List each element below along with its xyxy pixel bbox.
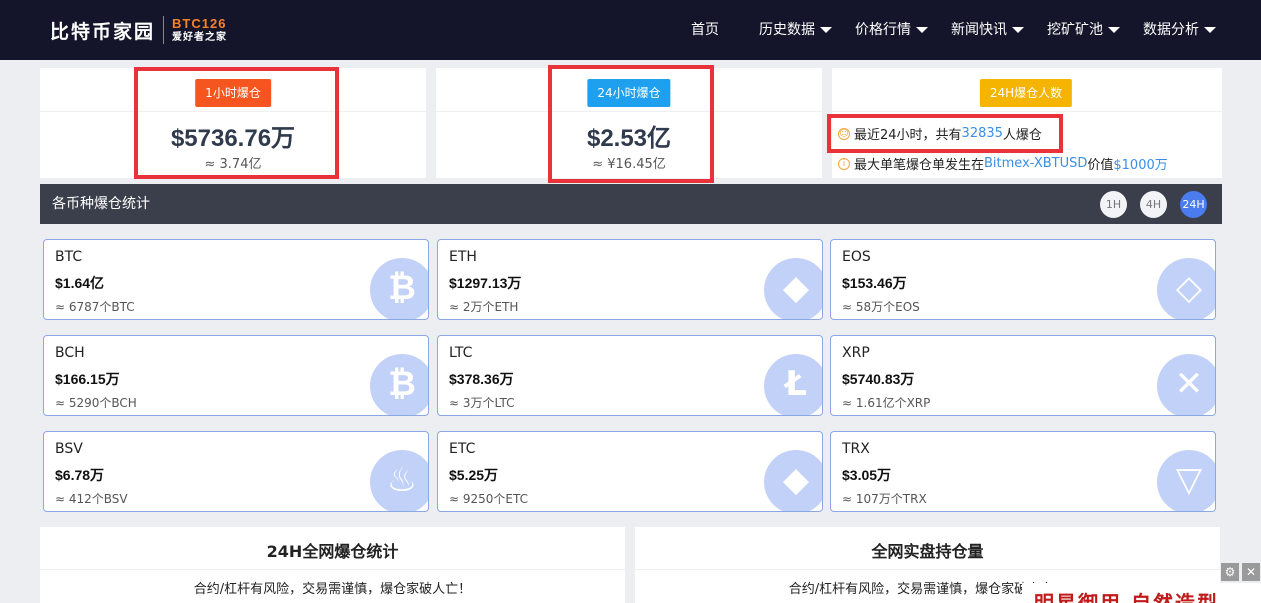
coin-name: EOS bbox=[842, 249, 871, 265]
period-1h-button[interactable]: 1H bbox=[1100, 191, 1127, 218]
chevron-down-icon bbox=[1012, 27, 1024, 33]
nav-news-flash-label: 新闻快讯 bbox=[951, 22, 1007, 38]
info-icon: i bbox=[838, 157, 850, 170]
period-24h-button[interactable]: 24H bbox=[1180, 191, 1207, 218]
largest-order-exchange-link[interactable]: Bitmex-XBTUSD bbox=[984, 156, 1087, 171]
nav-news-flash[interactable]: 新闻快讯 bbox=[951, 0, 1024, 60]
risk-warning: 合约/杠杆有风险，交易需谨慎，爆仓家破人亡！ bbox=[193, 582, 472, 597]
highlight-box-people bbox=[827, 114, 1063, 153]
largest-order-value[interactable]: $1000万 bbox=[1113, 154, 1167, 173]
coin-usd-value: $378.36万 bbox=[449, 371, 514, 387]
coin-amount: ≈ 9250个ETC bbox=[449, 492, 528, 506]
ad-settings-icon[interactable]: ⚙ bbox=[1221, 563, 1239, 581]
coin-card-trx[interactable]: TRX $3.05万 ≈ 107万个TRX ▽ bbox=[830, 431, 1216, 512]
coin-amount: ≈ 412个BSV bbox=[55, 492, 128, 506]
nav-home[interactable]: 首页 bbox=[691, 0, 719, 60]
coin-amount: ≈ 3万个LTC bbox=[449, 396, 515, 410]
coin-usd-value: $1297.13万 bbox=[449, 275, 522, 291]
nav-price-market-label: 价格行情 bbox=[855, 22, 911, 38]
coin-name: BSV bbox=[55, 441, 83, 457]
ad-close-icon[interactable]: ✕ bbox=[1242, 563, 1260, 581]
logo-tagline: 爱好者之家 bbox=[172, 32, 228, 43]
chevron-down-icon bbox=[1108, 27, 1120, 33]
coin-card-xrp[interactable]: XRP $5740.83万 ≈ 1.61亿个XRP ✕ bbox=[830, 335, 1216, 416]
coin-card-eth[interactable]: ETH $1297.13万 ≈ 2万个ETH ◆ bbox=[437, 239, 823, 320]
period-4h-button[interactable]: 4H bbox=[1140, 191, 1167, 218]
logo-text-block: BTC126 爱好者之家 bbox=[172, 17, 227, 43]
coin-name: LTC bbox=[449, 345, 473, 361]
coin-amount: ≈ 2万个ETH bbox=[449, 300, 519, 314]
nav-mining-pool[interactable]: 挖矿矿池 bbox=[1047, 0, 1120, 60]
highlight-box-24h bbox=[548, 65, 714, 183]
coin-amount: ≈ 6787个BTC bbox=[55, 300, 135, 314]
ripple-icon: ✕ bbox=[1157, 354, 1215, 415]
label-24h-people: 24H爆仓人数 bbox=[979, 79, 1073, 107]
nav-mining-pool-label: 挖矿矿池 bbox=[1047, 22, 1103, 38]
bitcoin-sv-icon: ♨ bbox=[370, 450, 428, 511]
largest-order-prefix: 最大单笔爆仓单发生在 bbox=[854, 158, 985, 173]
highlight-box-1h bbox=[134, 67, 339, 179]
bitcoin-cash-icon: ₿ bbox=[370, 354, 428, 415]
coin-card-bch[interactable]: BCH $166.15万 ≈ 5290个BCH ₿ bbox=[43, 335, 429, 416]
coin-card-eos[interactable]: EOS $153.46万 ≈ 58万个EOS ◇ bbox=[830, 239, 1216, 320]
logo-divider bbox=[163, 16, 165, 44]
coin-usd-value: $5.25万 bbox=[449, 467, 499, 483]
divider bbox=[635, 569, 1220, 570]
bitcoin-icon: ₿ bbox=[370, 258, 428, 319]
coin-name: ETH bbox=[449, 249, 477, 265]
coin-usd-value: $166.15万 bbox=[55, 371, 120, 387]
coin-card-bsv[interactable]: BSV $6.78万 ≈ 412个BSV ♨ bbox=[43, 431, 429, 512]
coin-card-btc[interactable]: BTC $1.64亿 ≈ 6787个BTC ₿ bbox=[43, 239, 429, 320]
network-liquidation-card: 24H全网爆仓统计 合约/杠杆有风险，交易需谨慎，爆仓家破人亡！ bbox=[40, 527, 625, 603]
nav-data-analysis-label: 数据分析 bbox=[1143, 22, 1199, 38]
ethereum-icon: ◆ bbox=[764, 258, 822, 319]
top-header: 比特币家园 BTC126 爱好者之家 首页 历史数据 价格行情 新闻快讯 挖矿矿… bbox=[0, 0, 1261, 60]
site-logo[interactable]: 比特币家园 BTC126 爱好者之家 bbox=[50, 14, 227, 46]
eos-icon: ◇ bbox=[1157, 258, 1215, 319]
coin-stats-header: 各币种爆仓统计 1H 4H 24H bbox=[40, 184, 1222, 224]
ethereum-classic-icon: ◆ bbox=[764, 450, 822, 511]
chevron-down-icon bbox=[1204, 27, 1216, 33]
chevron-down-icon bbox=[916, 27, 928, 33]
nav-home-label: 首页 bbox=[691, 22, 719, 38]
tron-icon: ▽ bbox=[1157, 450, 1215, 511]
coin-usd-value: $3.05万 bbox=[842, 467, 892, 483]
coin-amount: ≈ 58万个EOS bbox=[842, 300, 920, 314]
coin-stats-title: 各币种爆仓统计 bbox=[52, 196, 150, 212]
coin-usd-value: $153.46万 bbox=[842, 275, 907, 291]
coin-amount: ≈ 1.61亿个XRP bbox=[842, 396, 931, 410]
coin-usd-value: $1.64亿 bbox=[55, 275, 105, 291]
open-interest-title: 全网实盘持仓量 bbox=[871, 542, 984, 561]
nav-history-data-label: 历史数据 bbox=[759, 22, 815, 38]
coin-name: ETC bbox=[449, 441, 476, 457]
advertisement-banner[interactable]: 明星御用 自然造型 bbox=[1022, 583, 1261, 603]
logo-english-name: BTC126 bbox=[172, 16, 227, 31]
coin-name: XRP bbox=[842, 345, 870, 361]
nav-price-market[interactable]: 价格行情 bbox=[855, 0, 928, 60]
ad-text: 明星御用 自然造型 bbox=[1034, 591, 1219, 603]
coin-name: BCH bbox=[55, 345, 85, 361]
logo-chinese-name: 比特币家园 bbox=[50, 20, 156, 43]
coin-amount: ≈ 107万个TRX bbox=[842, 492, 927, 506]
divider bbox=[832, 111, 1222, 112]
litecoin-icon: Ł bbox=[764, 354, 822, 415]
nav-history-data[interactable]: 历史数据 bbox=[759, 0, 832, 60]
coin-usd-value: $5740.83万 bbox=[842, 371, 915, 387]
coin-name: TRX bbox=[842, 441, 870, 457]
coin-card-etc[interactable]: ETC $5.25万 ≈ 9250个ETC ◆ bbox=[437, 431, 823, 512]
largest-order-line: i 最大单笔爆仓单发生在 Bitmex-XBTUSD 价值 $1000万 bbox=[838, 154, 1168, 173]
nav-data-analysis[interactable]: 数据分析 bbox=[1143, 0, 1216, 60]
largest-order-mid: 价值 bbox=[1087, 158, 1114, 173]
chevron-down-icon bbox=[820, 27, 832, 33]
network-liquidation-title: 24H全网爆仓统计 bbox=[266, 542, 399, 561]
coin-name: BTC bbox=[55, 249, 83, 265]
divider bbox=[40, 569, 625, 570]
coin-amount: ≈ 5290个BCH bbox=[55, 396, 137, 410]
coin-card-ltc[interactable]: LTC $378.36万 ≈ 3万个LTC Ł bbox=[437, 335, 823, 416]
coin-usd-value: $6.78万 bbox=[55, 467, 105, 483]
